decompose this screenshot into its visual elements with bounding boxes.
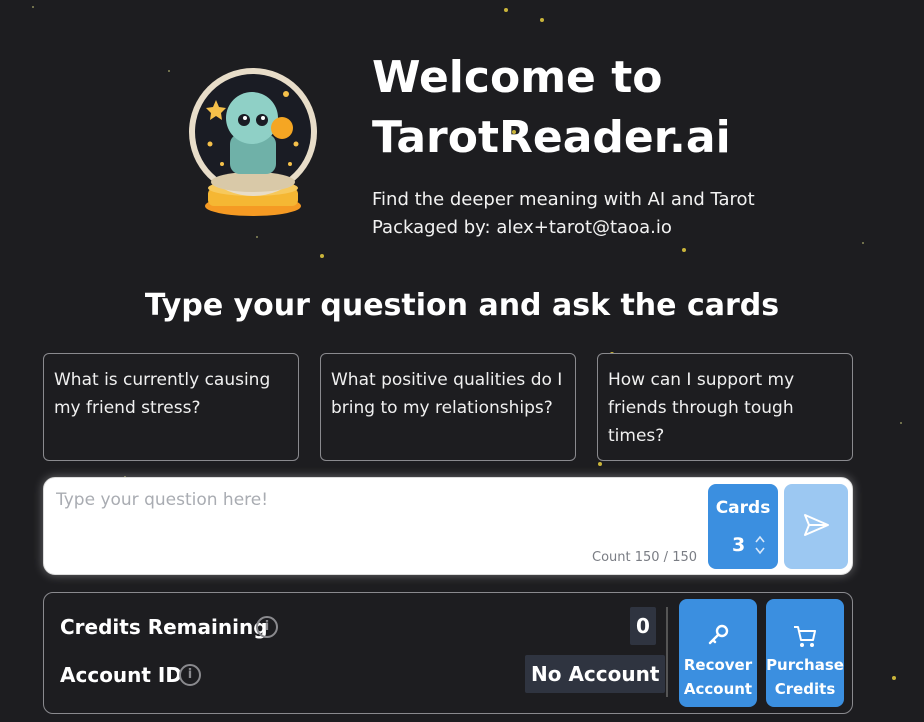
account-panel: Credits Remaining i 0 Account ID i No Ac… <box>43 592 853 714</box>
credits-remaining-label: Credits Remaining <box>60 615 268 639</box>
panel-divider <box>666 607 668 697</box>
suggestion-card[interactable]: What positive qualities do I bring to my… <box>320 353 576 461</box>
title-line-2: TarotReader.ai <box>372 112 731 163</box>
cards-value: 3 <box>732 534 746 556</box>
account-info-icon[interactable]: i <box>179 664 201 686</box>
purchase-credits-button[interactable]: Purchase Credits <box>766 599 844 707</box>
cards-count-picker[interactable]: Cards 3 <box>708 484 778 569</box>
subtitle: Find the deeper meaning with AI and Taro… <box>372 186 755 242</box>
question-box: Count 150 / 150 Cards 3 <box>43 477 853 575</box>
cards-label: Cards <box>715 498 771 518</box>
purchase-line-1: Purchase <box>766 656 844 674</box>
suggestion-card[interactable]: What is currently causing my friend stre… <box>43 353 299 461</box>
tagline: Find the deeper meaning with AI and Taro… <box>372 189 755 210</box>
stepper-chevrons-icon[interactable] <box>754 534 766 556</box>
title-line-1: Welcome to <box>372 52 663 103</box>
suggestion-list: What is currently causing my friend stre… <box>43 353 853 461</box>
key-icon <box>708 624 729 645</box>
account-id-value: No Account <box>525 655 666 693</box>
send-icon <box>804 514 829 536</box>
recover-line-2: Account <box>683 680 753 698</box>
purchase-line-2: Credits <box>774 680 836 698</box>
recover-account-button[interactable]: Recover Account <box>679 599 757 707</box>
packaged-by: Packaged by: alex+tarot@taoa.io <box>372 217 672 238</box>
send-button[interactable] <box>784 484 848 569</box>
cart-icon <box>794 626 816 647</box>
recover-line-1: Recover <box>683 656 753 674</box>
suggestion-card[interactable]: How can I support my friends through tou… <box>597 353 853 461</box>
account-id-label: Account ID <box>60 663 182 687</box>
crystal-ball-robot-icon <box>186 60 346 220</box>
character-count: Count 150 / 150 <box>592 550 698 565</box>
prompt-heading: Type your question and ask the cards <box>144 288 780 323</box>
credits-value: 0 <box>630 607 656 645</box>
credits-info-icon[interactable]: i <box>256 616 278 638</box>
page-title: Welcome to TarotReader.ai <box>372 48 731 168</box>
